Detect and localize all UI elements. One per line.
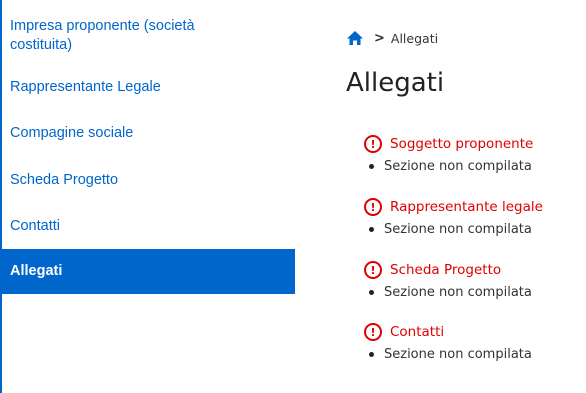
bullet-icon [369, 226, 374, 232]
section-title: Scheda Progetto [390, 262, 502, 278]
section-soggetto-proponente: ! Soggetto proponente Sezione non compil… [364, 134, 586, 175]
home-icon[interactable] [346, 30, 364, 46]
sidebar-item-label: Allegati [10, 263, 63, 279]
section-title: Rappresentante legale [390, 199, 543, 215]
sidebar-item-label: Scheda Progetto [10, 172, 119, 188]
alert-icon: ! [364, 135, 382, 153]
section-status: Sezione non compilata [364, 220, 586, 238]
section-title: Soggetto proponente [390, 136, 534, 152]
page-title: Allegati [346, 68, 445, 98]
alert-icon: ! [364, 261, 382, 279]
sidebar-item-rappresentante-legale[interactable]: Rappresentante Legale [2, 78, 295, 97]
sidebar-item-label: Impresa proponente (società [10, 18, 195, 34]
sidebar-item-label: Rappresentante Legale [10, 79, 161, 95]
section-status-text: Sezione non compilata [384, 158, 532, 174]
sidebar-item-label: Compagine sociale [10, 125, 134, 141]
section-status-text: Sezione non compilata [384, 346, 532, 362]
section-heading: ! Soggetto proponente [364, 134, 586, 154]
alert-icon: ! [364, 198, 382, 216]
sidebar-item-contatti[interactable]: Contatti [2, 217, 295, 236]
section-contatti: ! Contatti Sezione non compilata [364, 322, 586, 363]
section-heading: ! Rappresentante legale [364, 197, 586, 217]
sidebar-item-label: costituita) [10, 37, 73, 53]
section-status-text: Sezione non compilata [384, 221, 532, 237]
sidebar-item-compagine-sociale[interactable]: Compagine sociale [2, 124, 295, 143]
alert-icon: ! [364, 323, 382, 341]
breadcrumb-current: Allegati [390, 30, 439, 46]
breadcrumb-separator: > [374, 30, 385, 46]
section-rappresentante-legale: ! Rappresentante legale Sezione non comp… [364, 197, 586, 238]
section-scheda-progetto: ! Scheda Progetto Sezione non compilata [364, 260, 586, 301]
section-title: Contatti [390, 324, 445, 340]
section-heading: ! Contatti [364, 322, 586, 342]
main-content: > Allegati Allegati ! Soggetto proponent… [346, 0, 586, 393]
bullet-icon [369, 351, 374, 357]
section-status: Sezione non compilata [364, 345, 586, 363]
sidebar-nav: Impresa proponente (società costituita) … [0, 0, 295, 393]
breadcrumb: > Allegati [346, 30, 438, 46]
section-heading: ! Scheda Progetto [364, 260, 586, 280]
bullet-icon [369, 163, 374, 169]
section-status: Sezione non compilata [364, 283, 586, 301]
sidebar-item-label: Contatti [10, 218, 60, 234]
section-status-text: Sezione non compilata [384, 284, 532, 300]
sidebar-item-impresa-proponente[interactable]: Impresa proponente (società costituita) [2, 17, 295, 55]
section-status: Sezione non compilata [364, 157, 586, 175]
sidebar-item-scheda-progetto[interactable]: Scheda Progetto [2, 171, 295, 190]
bullet-icon [369, 289, 374, 295]
sidebar-item-allegati[interactable]: Allegati [2, 249, 295, 294]
